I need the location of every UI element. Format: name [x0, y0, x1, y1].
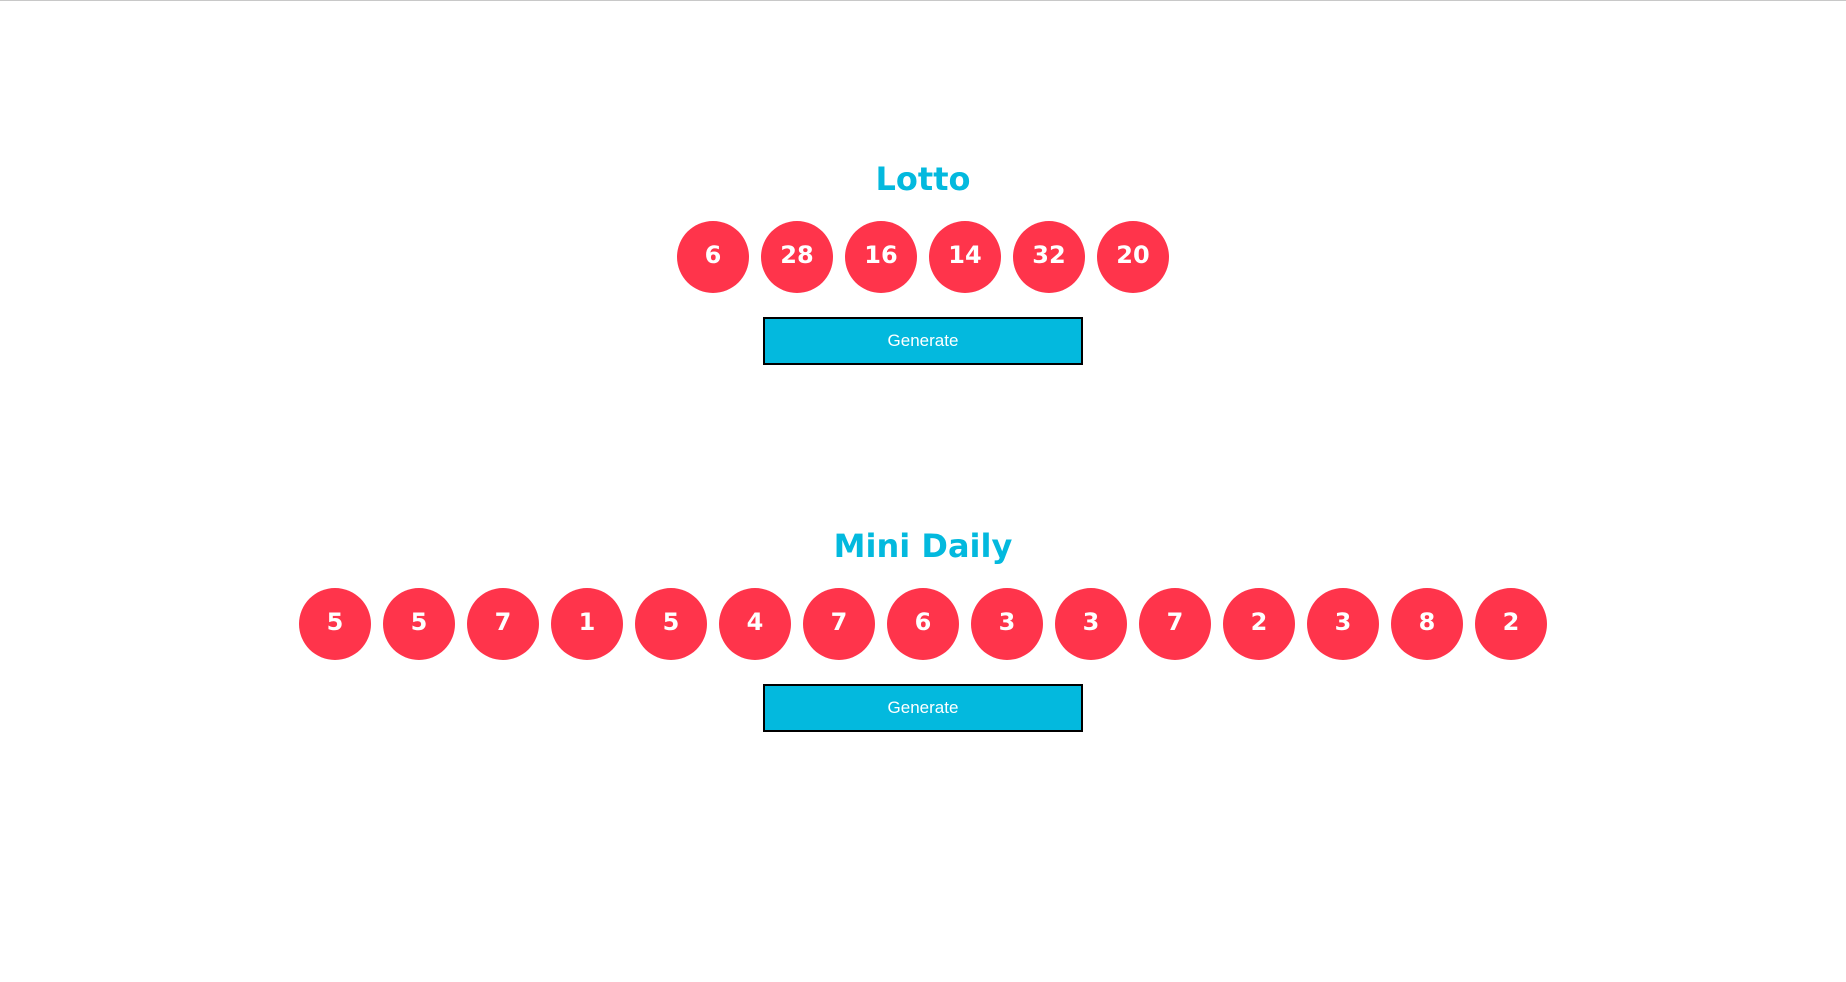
top-border — [0, 0, 1846, 1]
lotto-ball: 6 — [677, 221, 749, 293]
lotto-ball: 20 — [1097, 221, 1169, 293]
mini-daily-ball: 3 — [1307, 588, 1379, 660]
mini-daily-ball: 2 — [1223, 588, 1295, 660]
mini-daily-title: Mini Daily — [833, 527, 1013, 565]
mini-daily-ball: 2 — [1475, 588, 1547, 660]
lotto-generate-button[interactable]: Generate — [763, 317, 1083, 365]
mini-daily-section: Mini Daily 5 5 7 1 5 4 7 6 3 3 7 2 3 8 2… — [0, 525, 1846, 732]
mini-daily-ball: 6 — [887, 588, 959, 660]
mini-daily-ball: 8 — [1391, 588, 1463, 660]
mini-daily-ball: 5 — [383, 588, 455, 660]
mini-daily-ball: 3 — [971, 588, 1043, 660]
mini-daily-ball: 7 — [467, 588, 539, 660]
mini-daily-generate-button[interactable]: Generate — [763, 684, 1083, 732]
mini-daily-ball: 5 — [299, 588, 371, 660]
lotto-balls: 6 28 16 14 32 20 — [677, 221, 1169, 293]
lotto-ball: 14 — [929, 221, 1001, 293]
mini-daily-ball: 1 — [551, 588, 623, 660]
lotto-ball: 32 — [1013, 221, 1085, 293]
lotto-title: Lotto — [875, 160, 971, 198]
mini-daily-ball: 3 — [1055, 588, 1127, 660]
mini-daily-ball: 7 — [1139, 588, 1211, 660]
mini-daily-balls: 5 5 7 1 5 4 7 6 3 3 7 2 3 8 2 — [299, 588, 1547, 660]
lotto-ball: 28 — [761, 221, 833, 293]
mini-daily-ball: 5 — [635, 588, 707, 660]
lotto-section: Lotto 6 28 16 14 32 20 Generate — [0, 158, 1846, 365]
mini-daily-ball: 4 — [719, 588, 791, 660]
mini-daily-ball: 7 — [803, 588, 875, 660]
lotto-ball: 16 — [845, 221, 917, 293]
